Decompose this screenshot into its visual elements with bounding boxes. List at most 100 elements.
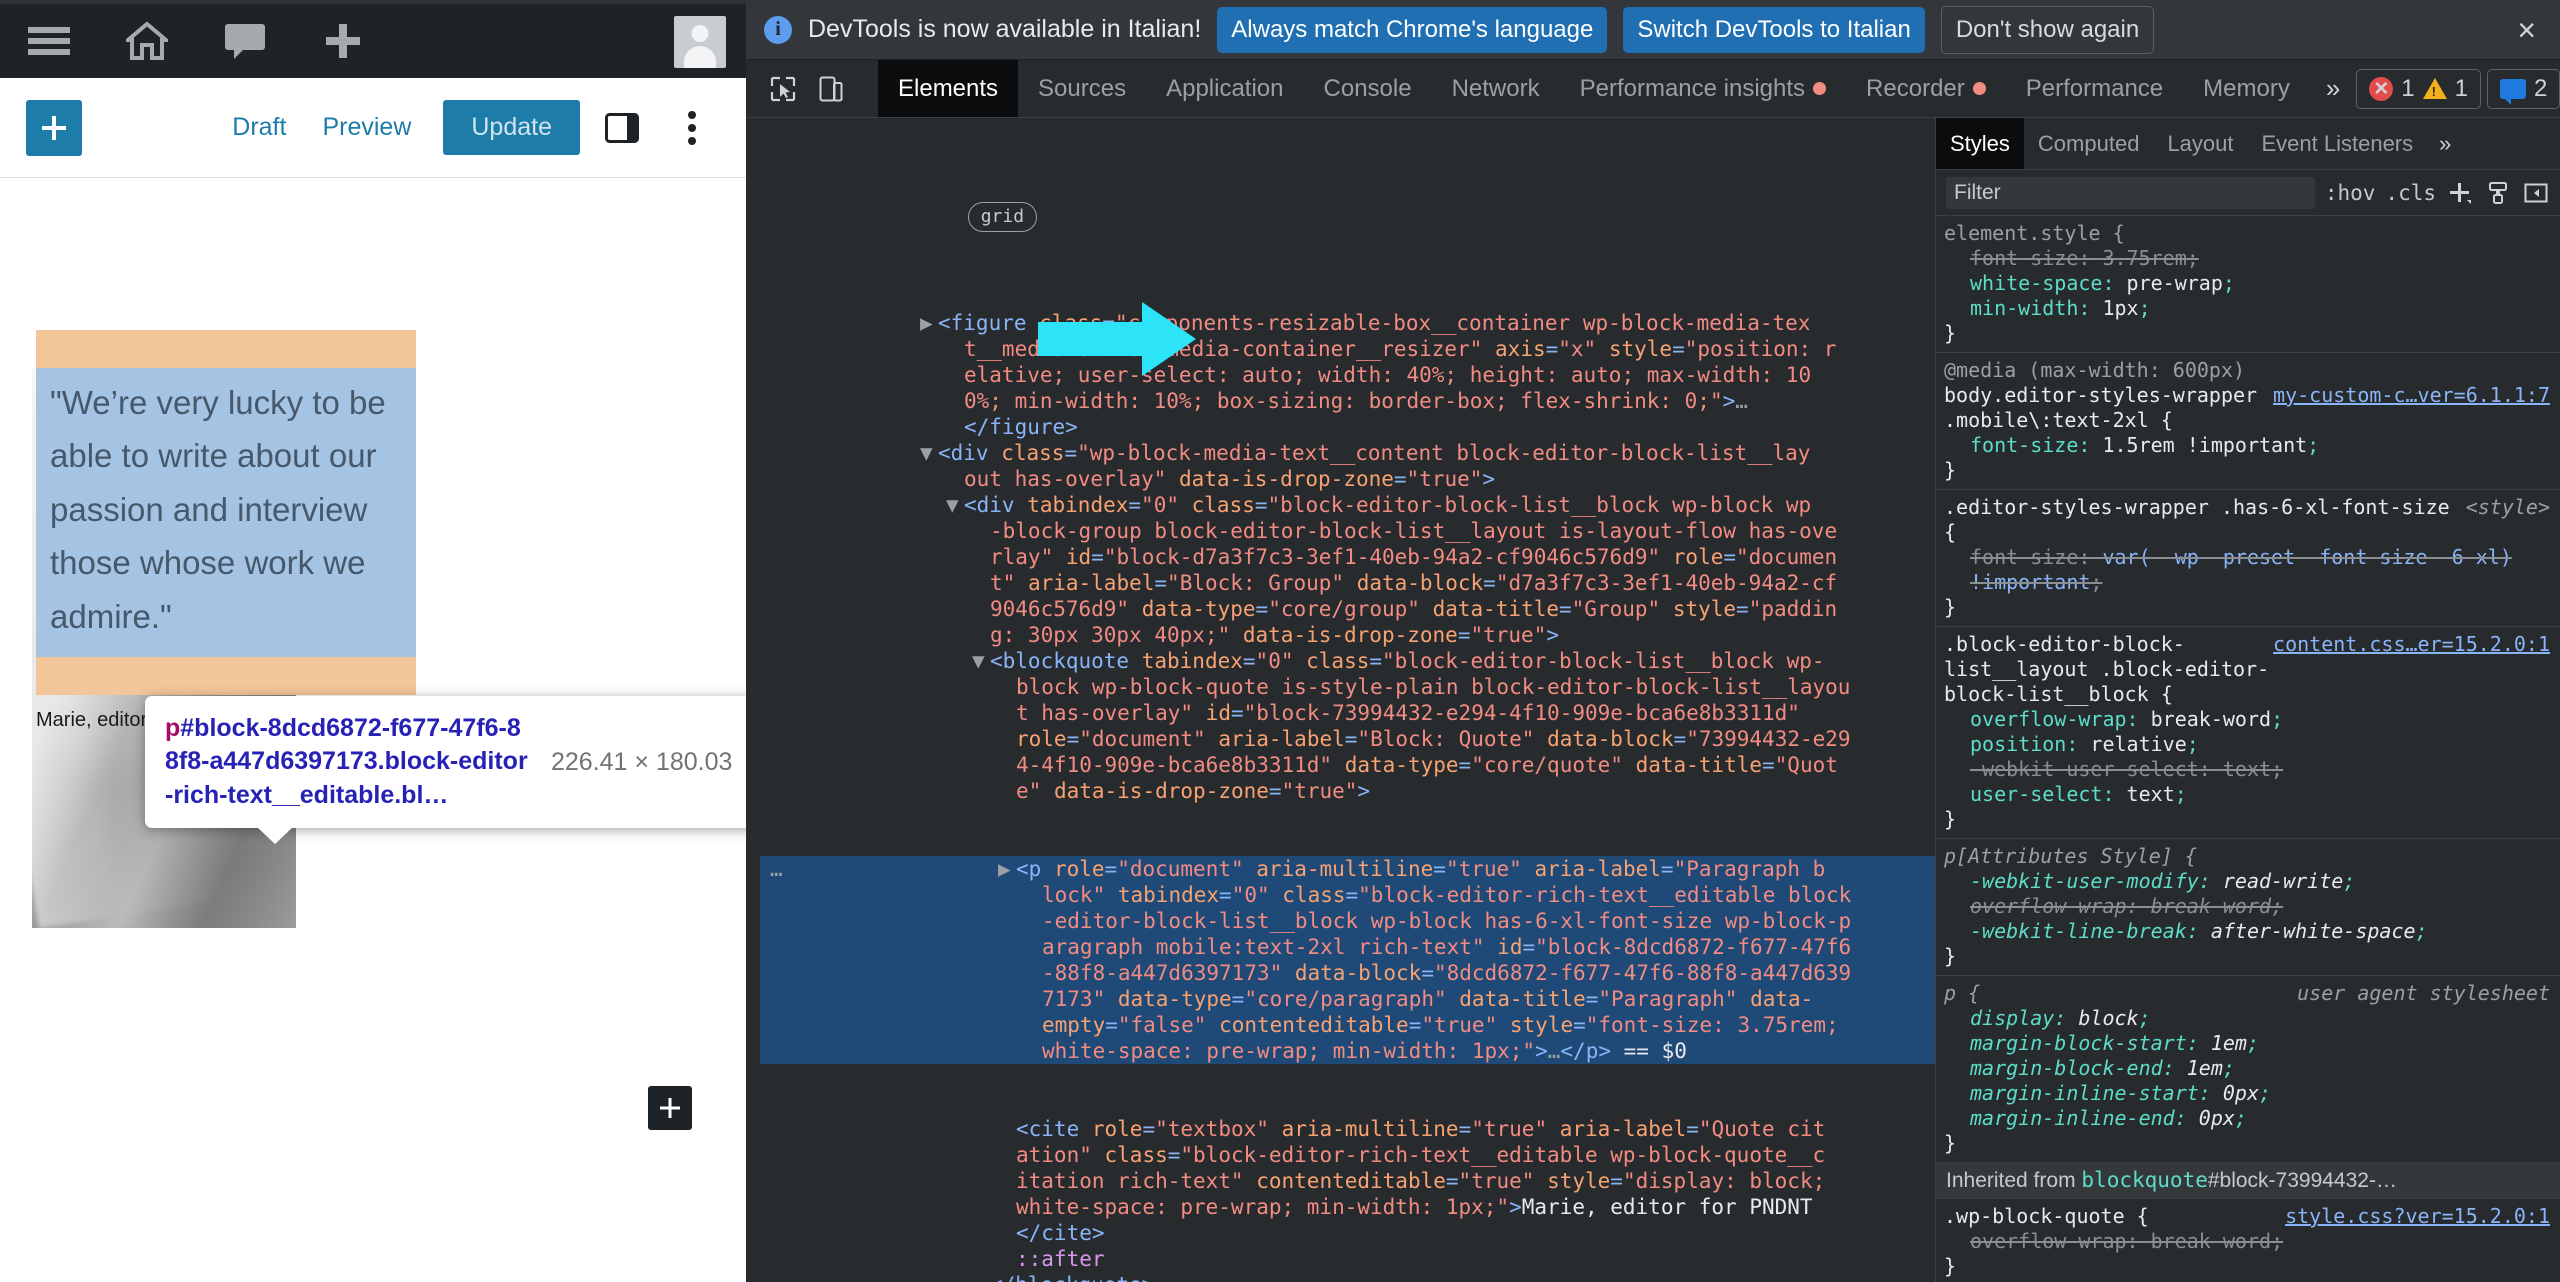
declaration-value[interactable]: read-write [2223,869,2343,893]
dom-line[interactable]: 7173" data-type="core/paragraph" data-ti… [760,986,1935,1012]
rule-selector[interactable]: p[Attributes Style] { [1944,844,2550,869]
dom-line[interactable]: </cite> [760,1220,1935,1246]
message-counter[interactable]: 2 [2487,68,2560,109]
computed-styles-sidebar-icon[interactable] [2484,179,2512,207]
style-declaration[interactable]: font-size: 1.5rem !important; [1936,433,2560,458]
tab-sources[interactable]: Sources [1018,60,1146,117]
dom-tree-pane[interactable]: grid ▶ <figure class="components-resizabl… [746,118,1935,1282]
declaration-value[interactable]: pre-wrap [2127,271,2223,295]
style-rule[interactable]: .editor-styles-wrapper .has-6-xl-font-si… [1936,490,2560,627]
style-declaration[interactable]: overflow-wrap: break-word; [1936,1229,2560,1254]
rule-selector[interactable]: body.editor-styles-wrapper .mobile\:text… [1944,383,2273,433]
home-icon[interactable] [124,18,170,64]
styles-tabs-more-icon[interactable]: » [2427,118,2463,169]
chevron-right-icon[interactable]: ▶ [998,856,1016,882]
dom-line[interactable]: t" aria-label="Block: Group" data-block=… [760,570,1935,596]
dom-line[interactable]: lock" tabindex="0" class="block-editor-r… [760,882,1935,908]
tab-elements[interactable]: Elements [878,60,1019,117]
save-draft-link[interactable]: Draft [214,113,304,142]
style-declaration[interactable]: margin-inline-start: 0px; [1936,1081,2560,1106]
tab-application[interactable]: Application [1146,60,1303,117]
styles-tab-layout[interactable]: Layout [2153,118,2247,169]
dom-line[interactable]: t has-overlay" id="block-73994432-e294-4… [760,700,1935,726]
style-declaration[interactable]: -webkit-user-select: text; [1936,757,2560,782]
dom-line[interactable]: t__media editor-media-container__resizer… [760,336,1935,362]
grid-badge[interactable]: grid [967,202,1038,232]
dom-line[interactable]: -88f8-a447d6397173" data-block="8dcd6872… [760,960,1935,986]
tab-performance-insights[interactable]: Performance insights [1560,60,1846,117]
style-declaration[interactable]: margin-inline-end: 0px; [1936,1106,2560,1131]
declaration-value[interactable]: break-word [2151,707,2271,731]
dom-line[interactable]: </figure> [760,414,1935,440]
dom-selected-node[interactable]: … ▶ <p role="document" aria-multiline="tru… [760,856,1935,1064]
new-content-icon[interactable] [320,18,366,64]
inspect-cursor-icon[interactable] [762,68,804,110]
rule-selector[interactable]: .wp-block-quote { [1944,1204,2285,1229]
preview-link[interactable]: Preview [304,113,429,142]
close-banner-icon[interactable]: × [2507,14,2546,46]
dom-line[interactable]: … ▶ <p role="document" aria-multiline="tru… [760,856,1935,882]
toggle-sidebar-icon[interactable] [2522,179,2550,207]
tab-memory[interactable]: Memory [2183,60,2310,117]
style-declaration[interactable]: min-width: 1px; [1936,296,2560,321]
declaration-value[interactable]: break-word [2151,894,2271,918]
tabbar-more-icon[interactable]: » [2310,60,2356,117]
style-rule[interactable]: element.style {font-size: 3.75rem; white-… [1936,216,2560,353]
rule-origin-link[interactable]: user agent stylesheet [2297,981,2550,1006]
style-rule[interactable]: p {user agent stylesheet display: block; m… [1936,976,2560,1163]
dom-line[interactable]: ▼ <div class="wp-block-media-text__conten… [760,440,1935,466]
style-declaration[interactable]: margin-block-start: 1em; [1936,1031,2560,1056]
styles-tab-styles[interactable]: Styles [1936,118,2024,169]
styles-rule-list[interactable]: element.style {font-size: 3.75rem; white-… [1936,216,2560,1282]
style-rule[interactable]: p[Attributes Style] {-webkit-user-modify… [1936,839,2560,976]
style-declaration[interactable]: user-select: text; [1936,782,2560,807]
style-rule[interactable]: .block-editor-block-list__layout .block-… [1936,627,2560,839]
tab-recorder[interactable]: Recorder [1846,60,2006,117]
dom-line[interactable]: 9046c576d9" data-type="core/group" data-… [760,596,1935,622]
declaration-value[interactable]: 1.5rem !important [2102,433,2307,457]
declaration-value[interactable]: 1em [2211,1031,2247,1055]
dom-line[interactable]: white-space: pre-wrap; min-width: 1px;">… [760,1194,1935,1220]
dom-line[interactable]: aragraph mobile:text-2xl rich-text" id="… [760,934,1935,960]
dont-show-again-button[interactable]: Don't show again [1940,5,2155,54]
style-declaration[interactable]: white-space: pre-wrap; [1936,271,2560,296]
dom-line[interactable]: </blockquote> [760,1272,1935,1282]
style-declaration[interactable]: position: relative; [1936,732,2560,757]
dom-line[interactable]: <cite role="textbox" aria-multiline="tru… [760,1116,1935,1142]
quote-paragraph[interactable]: "We’re very lucky to be able to write ab… [50,376,402,643]
new-style-rule-icon[interactable] [2446,179,2474,207]
issue-counters[interactable]: × 1 1 [2356,68,2482,109]
settings-sidebar-icon[interactable] [594,100,650,156]
avatar[interactable] [674,16,726,68]
chevron-down-icon[interactable]: ▼ [972,648,990,674]
tab-console[interactable]: Console [1304,60,1432,117]
dom-line[interactable]: itation rich-text" contenteditable="true… [760,1168,1935,1194]
device-toolbar-icon[interactable] [810,68,852,110]
declaration-value[interactable]: break-word [2151,1229,2271,1253]
dom-line[interactable]: g: 30px 30px 40px;" data-is-drop-zone="t… [760,622,1935,648]
style-declaration[interactable]: overflow-wrap: break-word; [1936,707,2560,732]
add-block-button[interactable] [26,99,82,156]
style-declaration[interactable]: overflow-wrap: break-word; [1936,894,2560,919]
more-options-icon[interactable] [664,100,720,156]
declaration-value[interactable]: 1px [2102,296,2138,320]
dom-line[interactable]: ▶ <figure class="components-resizable-box… [760,310,1935,336]
update-button[interactable]: Update [443,100,580,155]
dom-line[interactable]: ▼ <blockquote tabindex="0" class="block-e… [760,648,1935,674]
declaration-value[interactable]: 1em [2187,1056,2223,1080]
rule-selector[interactable]: .block-editor-block-list__layout .block-… [1944,632,2273,707]
dom-line[interactable]: 0%; min-width: 10%; box-sizing: border-b… [760,388,1935,414]
declaration-value[interactable]: text [2223,757,2271,781]
declaration-value[interactable]: 0px [2199,1106,2235,1130]
element-classes-button[interactable]: .cls [2385,181,2436,205]
style-declaration[interactable]: -webkit-line-break: after-white-space; [1936,919,2560,944]
chevron-right-icon[interactable]: ▶ [920,310,938,336]
dom-line[interactable]: out has-overlay" data-is-drop-zone="true… [760,466,1935,492]
quote-block[interactable]: "We’re very lucky to be able to write ab… [36,330,416,732]
declaration-value[interactable]: block [2078,1006,2138,1030]
dom-line[interactable]: 4-4f10-909e-bca6e8b3311d" data-type="cor… [760,752,1935,778]
dom-line[interactable]: block wp-block-quote is-style-plain bloc… [760,674,1935,700]
declaration-value[interactable]: 3.75rem [2102,246,2186,270]
styles-tab-event-listeners[interactable]: Event Listeners [2248,118,2428,169]
dom-line[interactable]: ation" class="block-editor-rich-text__ed… [760,1142,1935,1168]
